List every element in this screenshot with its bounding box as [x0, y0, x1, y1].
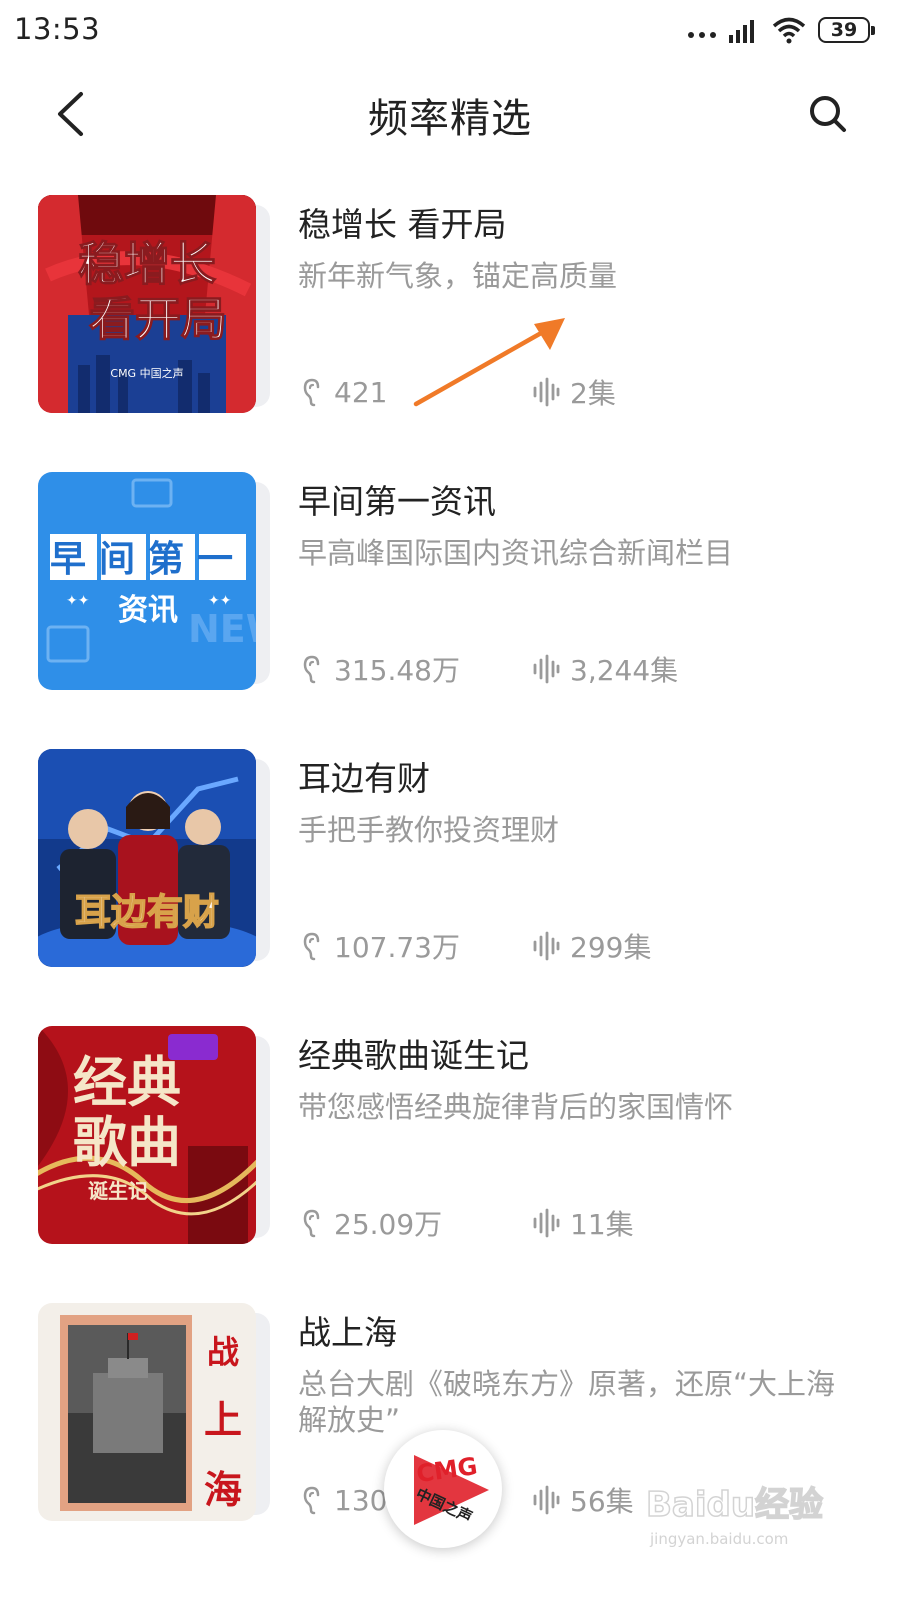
mini-player-button[interactable]: CMG 中国之声 — [384, 1430, 502, 1548]
svg-text:海: 海 — [204, 1467, 242, 1512]
ear-icon — [303, 655, 320, 684]
cover-text: 看开局 — [89, 292, 227, 346]
cover-image: 战 上 海 — [38, 1303, 256, 1521]
play-count: 315.48万 — [302, 651, 460, 687]
nav-bar: 频率精选 — [0, 70, 900, 160]
play-count: 107.73万 — [302, 928, 460, 964]
status-bar: 13:53 39 — [0, 0, 900, 62]
ear-icon — [303, 932, 320, 961]
cover-text: 歌曲 — [73, 1111, 181, 1174]
cover-image: 稳增长 看开局 CMG 中国之声 — [38, 195, 256, 413]
play-count: 421 — [302, 374, 387, 410]
ear-icon — [303, 1209, 320, 1238]
item-desc: 总台大剧《破晓东方》原著，还原“大上海解放史” — [298, 1367, 836, 1437]
cover-badge: CMG 中国之声 — [110, 366, 183, 380]
ear-icon — [303, 1486, 320, 1515]
cover-image: NEW 早间第一 资讯 ✦✦ ✦✦ — [38, 472, 256, 690]
episode-count-value: 299集 — [570, 931, 652, 964]
svg-text:✦✦: ✦✦ — [208, 593, 232, 609]
cover-text: 经典 — [73, 1051, 181, 1114]
item-title: 稳增长 看开局 — [298, 205, 507, 244]
item-desc: 新年新气象，锚定高质量 — [298, 259, 618, 293]
waveform-icon — [533, 931, 560, 961]
cover-wrap: 战 上 海 — [38, 1303, 270, 1525]
wifi-icon — [772, 17, 806, 44]
episode-count: 3,244集 — [532, 651, 678, 687]
list-item[interactable]: NEW 早间第一 资讯 ✦✦ ✦✦ 早间第一资讯 早高峰国际国内资讯综合新闻栏目… — [0, 467, 900, 697]
battery-indicator: 39 — [818, 17, 875, 43]
item-desc: 带您感悟经典旋律背后的家国情怀 — [298, 1090, 734, 1124]
status-time: 13:53 — [14, 12, 101, 46]
waveform-icon — [533, 1208, 560, 1238]
list-item[interactable]: 耳边有财 耳边有财 手把手教你投资理财 107.73万 299集 — [0, 744, 900, 974]
cover-text: 稳增长 — [78, 237, 216, 291]
cover-image: 耳边有财 — [38, 749, 256, 967]
cover-text: 战 — [207, 1333, 239, 1371]
item-desc: 手把手教你投资理财 — [298, 813, 560, 847]
watermark-sub: jingyan.baidu.com — [649, 1530, 788, 1548]
episode-count-value: 56集 — [570, 1485, 634, 1518]
episode-count-value: 3,244集 — [570, 654, 679, 687]
play-count-value: 107.73万 — [334, 931, 460, 964]
watermark-text: Baidu经验 — [646, 1485, 823, 1525]
item-desc: 早高峰国际国内资讯综合新闻栏目 — [298, 536, 734, 570]
play-count: 25.09万 — [302, 1205, 442, 1241]
play-count-value: 315.48万 — [334, 654, 460, 687]
annotation-arrow-icon — [413, 318, 565, 407]
episode-count: 11集 — [532, 1205, 634, 1241]
cover-wrap: 耳边有财 — [38, 749, 270, 971]
svg-text:上: 上 — [204, 1397, 242, 1442]
ear-icon — [303, 378, 320, 407]
svg-text:✦✦: ✦✦ — [66, 593, 90, 609]
cover-text: 早间第一 — [50, 539, 246, 580]
baidu-watermark-logo: Baidu经验 jingyan.baidu.com — [645, 1484, 824, 1548]
search-button[interactable] — [798, 84, 858, 144]
cover-wrap: 稳增长 看开局 CMG 中国之声 — [38, 195, 270, 417]
cover-text: 资讯 — [118, 593, 178, 628]
page-title: 频率精选 — [368, 96, 532, 142]
waveform-icon — [533, 654, 560, 684]
item-title: 战上海 — [298, 1313, 397, 1352]
item-title: 经典歌曲诞生记 — [298, 1036, 529, 1075]
play-count: 130 — [302, 1482, 387, 1518]
item-title: 早间第一资讯 — [298, 482, 496, 521]
svg-text:NEW: NEW — [188, 607, 256, 651]
item-title: 耳边有财 — [298, 759, 430, 798]
more-dots-icon — [688, 32, 716, 38]
play-count-value: 25.09万 — [334, 1208, 443, 1241]
cover-wrap: 经典 歌曲 诞生记 — [38, 1026, 270, 1248]
search-icon — [810, 96, 846, 132]
episode-count-value: 11集 — [570, 1208, 634, 1241]
waveform-icon — [533, 1485, 560, 1515]
cover-text: 耳边有财 — [75, 892, 219, 933]
cover-text: 诞生记 — [88, 1179, 148, 1203]
list-item[interactable]: 经典 歌曲 诞生记 经典歌曲诞生记 带您感悟经典旋律背后的家国情怀 25.09万… — [0, 1021, 900, 1251]
status-icons: 39 — [688, 15, 875, 45]
cover-image: 经典 歌曲 诞生记 — [38, 1026, 256, 1244]
signal-icon — [729, 20, 754, 43]
play-count-value: 130 — [334, 1483, 388, 1517]
episode-count: 299集 — [532, 928, 651, 964]
episode-count: 56集 — [532, 1482, 634, 1518]
play-count-value: 421 — [334, 375, 388, 409]
cover-wrap: NEW 早间第一 资讯 ✦✦ ✦✦ — [38, 472, 270, 694]
